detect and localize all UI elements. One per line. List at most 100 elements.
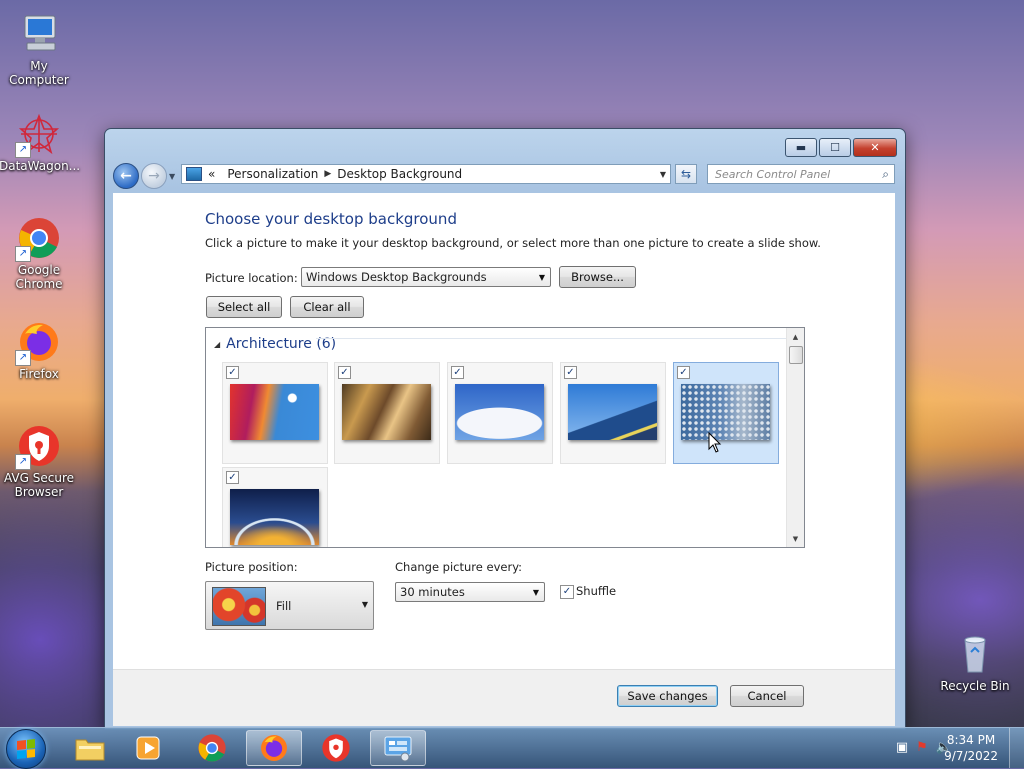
desktop-icon-google-chrome[interactable]: ↗ Google Chrome (0, 216, 79, 291)
wallpaper-tile[interactable]: ✓ (560, 362, 666, 464)
wallpaper-thumbnail (230, 489, 319, 545)
minimize-button[interactable]: ▬ (785, 138, 817, 157)
breadcrumb-separator-icon[interactable]: ▶ (324, 169, 331, 179)
chrome-icon (198, 734, 226, 762)
tile-checkbox[interactable]: ✓ (677, 366, 690, 379)
chrome-icon: ↗ (15, 216, 61, 262)
content-area: Choose your desktop background Click a p… (113, 193, 895, 669)
action-center-icon[interactable]: ▣ (896, 740, 908, 755)
wallpaper-tile[interactable]: ✓ (222, 362, 328, 464)
taskbar-firefox[interactable] (246, 730, 302, 766)
taskbar-control-panel[interactable] (370, 730, 426, 766)
desktop-icon-label: Google Chrome (15, 263, 63, 291)
forward-button[interactable]: → (141, 163, 167, 189)
scroll-down-icon[interactable]: ▼ (787, 530, 804, 547)
shortcut-arrow-icon: ↗ (15, 350, 31, 366)
scroll-up-icon[interactable]: ▲ (787, 328, 804, 345)
desktop-background-window: ▬ ☐ ✕ ← → ▼ « Personalization ▶ Desktop … (104, 128, 906, 730)
tile-checkbox[interactable]: ✓ (338, 366, 351, 379)
collapse-triangle-icon[interactable]: ◢ (214, 340, 220, 349)
show-desktop-button[interactable] (1009, 728, 1024, 768)
wallpaper-thumbnail (342, 384, 431, 440)
windows-logo-icon (17, 739, 35, 759)
browse-button[interactable]: Browse... (559, 266, 636, 288)
clock-date: 9/7/2022 (944, 749, 998, 763)
tile-checkbox[interactable]: ✓ (451, 366, 464, 379)
chevron-down-icon: ▼ (532, 587, 539, 597)
dialog-button-bar: Save changes Cancel (113, 669, 895, 726)
shuffle-label[interactable]: Shuffle (576, 584, 616, 598)
select-all-button[interactable]: Select all (206, 296, 282, 318)
avg-browser-icon: ↗ (15, 424, 61, 470)
clock-time: 8:34 PM (946, 733, 996, 747)
wallpaper-tile[interactable]: ✓ (222, 467, 328, 547)
desktop-icon-label: My Computer (9, 59, 69, 87)
picture-position-select[interactable]: Fill ▼ (205, 581, 374, 630)
taskbar-media-player[interactable] (120, 730, 176, 766)
save-changes-button[interactable]: Save changes (617, 685, 718, 707)
picture-location-value: Windows Desktop Backgrounds (306, 270, 487, 284)
maximize-button[interactable]: ☐ (819, 138, 851, 157)
tile-checkbox[interactable]: ✓ (226, 471, 239, 484)
desktop-icon-recycle-bin[interactable]: Recycle Bin (935, 632, 1015, 693)
desktop-icon-label: DataWagon... (0, 159, 81, 173)
gallery-scrollbar[interactable]: ▲ ▼ (786, 328, 804, 547)
clear-all-button[interactable]: Clear all (290, 296, 364, 318)
breadcrumb-desktop-background[interactable]: Desktop Background (337, 167, 462, 181)
wallpaper-tile[interactable]: ✓ (334, 362, 440, 464)
tile-checkbox[interactable]: ✓ (564, 366, 577, 379)
search-icon[interactable]: ⌕ (882, 167, 889, 182)
position-preview-image (212, 587, 266, 626)
taskbar-clock[interactable]: 8:34 PM 9/7/2022 (944, 732, 998, 764)
desktop-icon-label: Firefox (19, 367, 59, 381)
desktop-icon-avg-secure-browser[interactable]: ↗ AVG Secure Browser (0, 424, 79, 499)
taskbar: ▣ ⚑ 🔈 8:34 PM 9/7/2022 (0, 727, 1024, 769)
search-input[interactable]: Search Control Panel ⌕ (707, 164, 895, 184)
change-picture-every-select[interactable]: 30 minutes ▼ (395, 582, 545, 602)
firefox-icon (261, 735, 287, 761)
desktop-icon-my-computer[interactable]: My Computer (0, 12, 79, 87)
search-placeholder: Search Control Panel (715, 167, 831, 181)
change-picture-every-value: 30 minutes (400, 585, 465, 599)
chevron-down-icon: ▼ (538, 272, 545, 282)
group-divider (316, 338, 804, 339)
breadcrumb-overflow[interactable]: « (208, 167, 215, 181)
desktop-icon-firefox[interactable]: ↗ Firefox (0, 320, 79, 381)
tile-checkbox[interactable]: ✓ (226, 366, 239, 379)
shuffle-checkbox[interactable]: ✓ (560, 585, 574, 599)
network-icon[interactable]: ⚑ (916, 740, 928, 755)
picture-position-label: Picture position: (205, 560, 298, 574)
computer-icon (17, 12, 61, 56)
folder-icon (75, 739, 105, 761)
breadcrumb-personalization[interactable]: Personalization (227, 167, 318, 181)
control-panel-icon (384, 736, 412, 762)
wallpaper-tile[interactable]: ✓ (447, 362, 553, 464)
back-button[interactable]: ← (113, 163, 139, 189)
page-description: Click a picture to make it your desktop … (205, 236, 821, 250)
recycle-bin-icon (953, 632, 997, 676)
datawagon-icon: ↗ (15, 112, 61, 158)
close-button[interactable]: ✕ (853, 138, 897, 157)
taskbar-explorer[interactable] (62, 730, 118, 766)
chevron-down-icon: ▼ (361, 600, 368, 609)
address-dropdown-icon[interactable]: ▼ (660, 170, 666, 179)
taskbar-chrome[interactable] (184, 730, 240, 766)
shortcut-arrow-icon: ↗ (15, 246, 31, 262)
cancel-button[interactable]: Cancel (730, 685, 804, 707)
address-bar[interactable]: « Personalization ▶ Desktop Background ▼ (181, 164, 671, 184)
desktop-icon-label: AVG Secure Browser (3, 471, 75, 499)
wallpaper-thumbnail (455, 384, 544, 440)
firefox-icon: ↗ (15, 320, 61, 366)
taskbar-avg-browser[interactable] (308, 730, 364, 766)
desktop-icon-datawagon[interactable]: ↗ DataWagon... (0, 112, 81, 173)
shortcut-arrow-icon: ↗ (15, 454, 31, 470)
scroll-thumb[interactable] (789, 346, 803, 364)
recent-pages-dropdown[interactable]: ▼ (169, 172, 175, 181)
start-button[interactable] (6, 729, 46, 769)
refresh-button[interactable]: ⇆ (675, 164, 697, 184)
wallpaper-thumbnail (681, 384, 770, 440)
desktop-icon-label: Recycle Bin (940, 679, 1010, 693)
picture-location-select[interactable]: Windows Desktop Backgrounds ▼ (301, 267, 551, 287)
wallpaper-tile-selected[interactable]: ✓ (673, 362, 779, 464)
navigation-bar: ← → ▼ « Personalization ▶ Desktop Backgr… (113, 161, 897, 191)
